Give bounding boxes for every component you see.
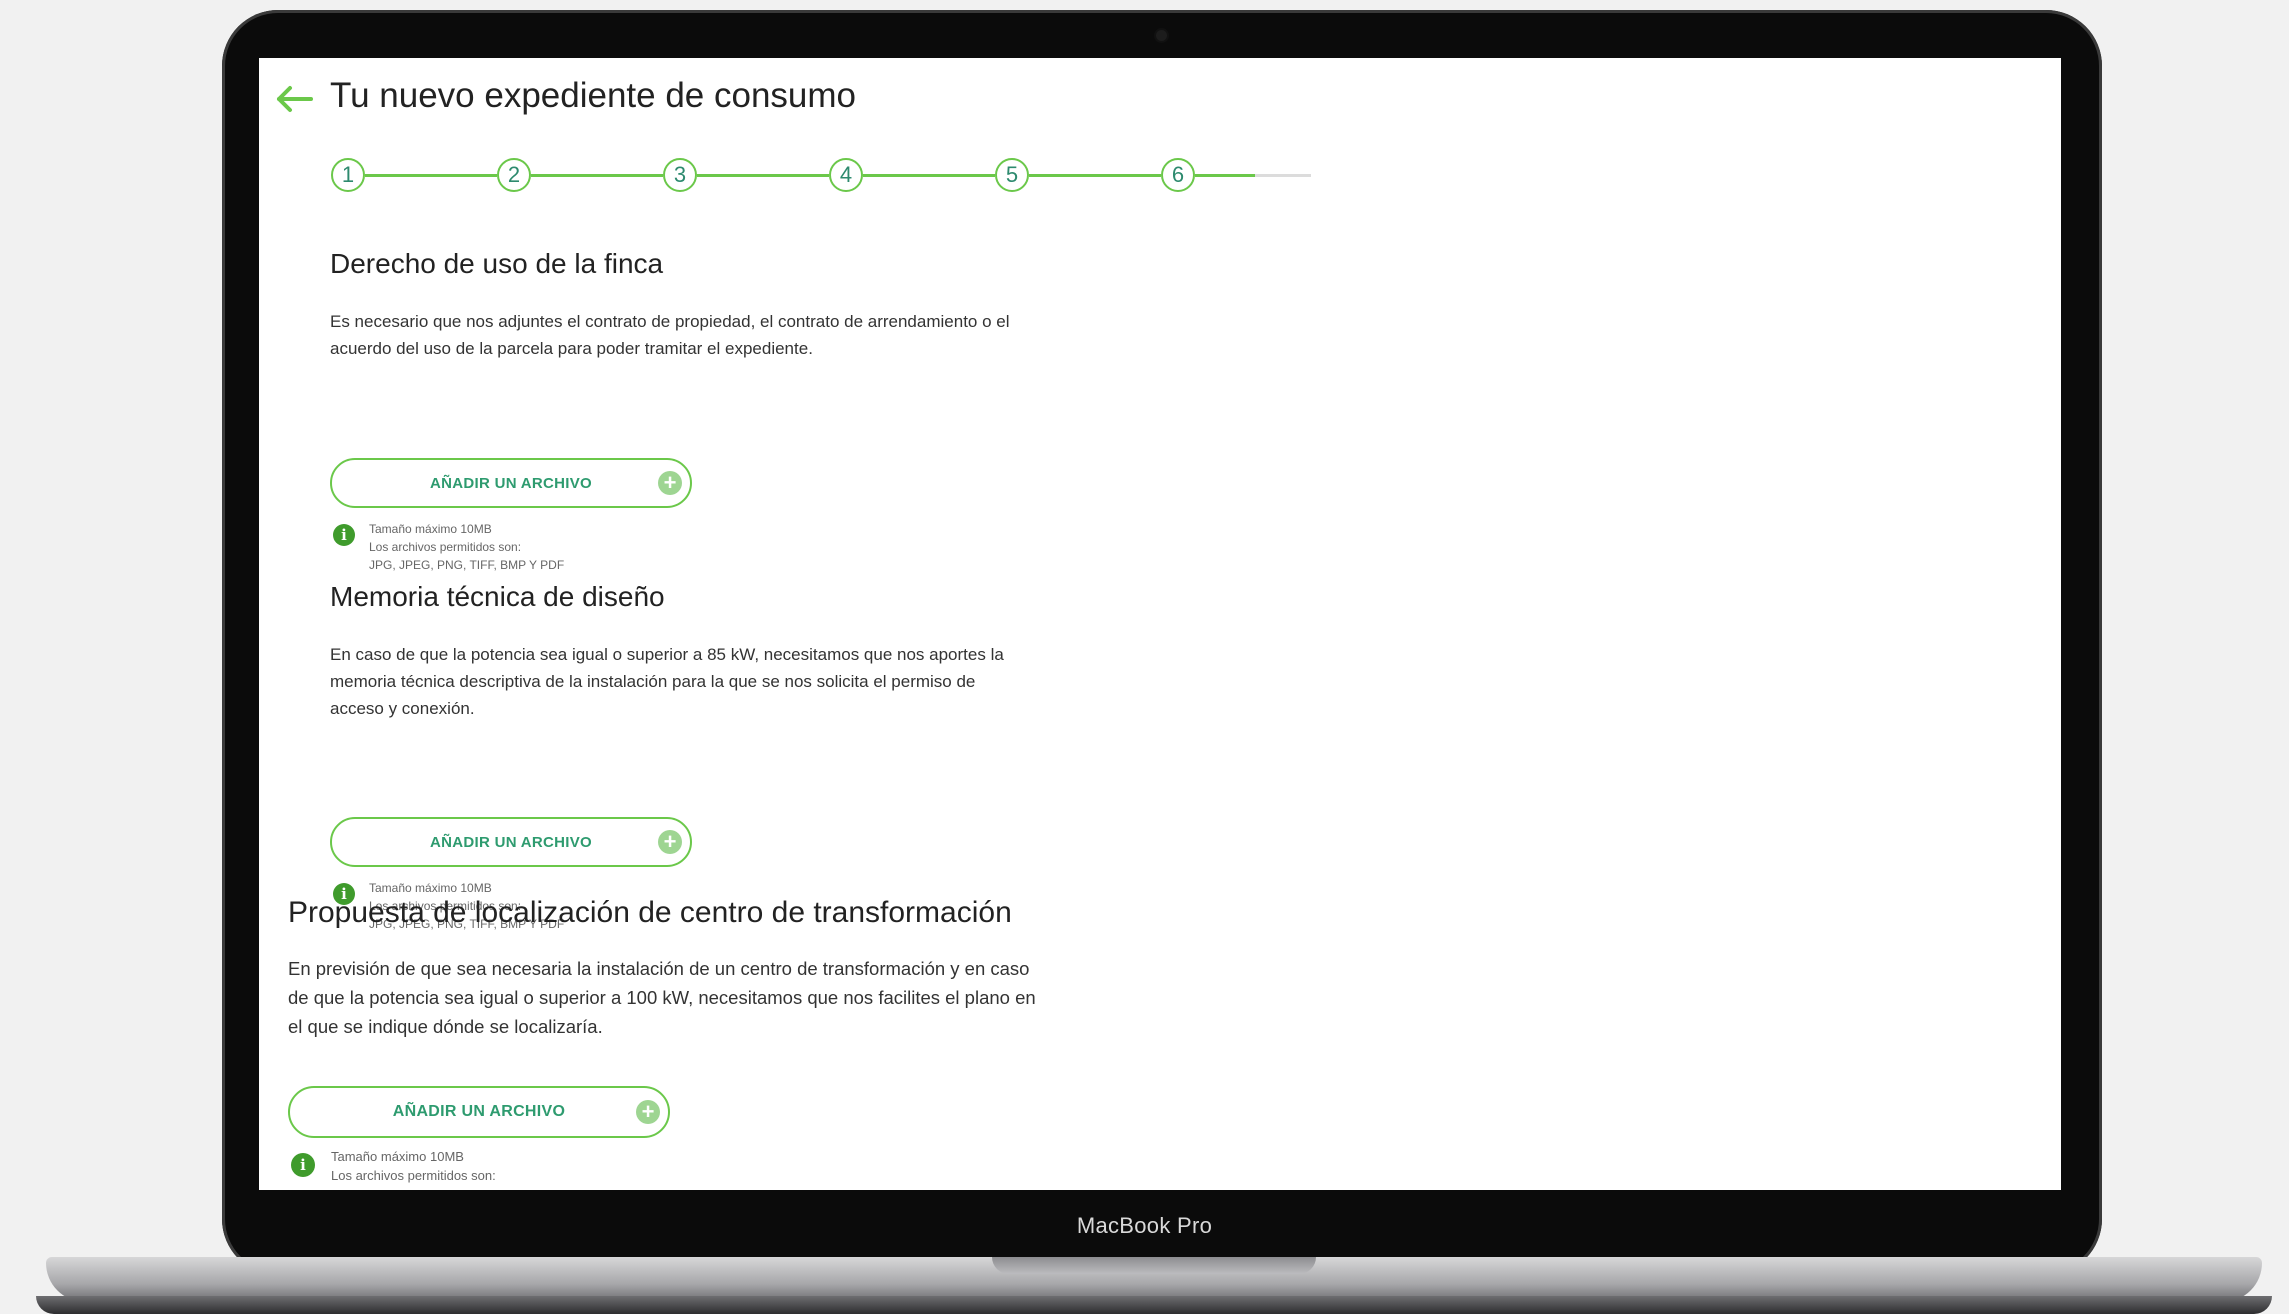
file-requirements-hint: Tamaño máximo 10MB Los archivos permitid… [331, 1147, 496, 1185]
step-4[interactable]: 4 [829, 158, 863, 192]
hint-line: Los archivos permitidos son: [369, 540, 522, 554]
hint-line: Los archivos permitidos son: [331, 1168, 496, 1183]
plus-icon: + [636, 1100, 660, 1124]
add-file-button-label: AÑADIR UN ARCHIVO [429, 833, 593, 851]
add-file-button[interactable]: AÑADIR UN ARCHIVO + [330, 458, 692, 508]
description-line: memoria técnica descriptiva de la instal… [330, 672, 976, 691]
laptop-base-edge [36, 1296, 2272, 1314]
add-file-button[interactable]: AÑADIR UN ARCHIVO + [288, 1086, 670, 1138]
info-icon: i [333, 524, 355, 546]
device-label: MacBook Pro [1076, 1213, 1213, 1238]
hint-line: Tamaño máximo 10MB [369, 881, 492, 895]
step-connector [697, 174, 829, 177]
hint-line: Tamaño máximo 10MB [369, 522, 492, 536]
section-title: Memoria técnica de diseño [330, 581, 665, 612]
step-connector [1195, 174, 1255, 177]
description-line: acuerdo del uso de la parcela para poder… [330, 339, 813, 358]
add-file-button-label: AÑADIR UN ARCHIVO [429, 474, 593, 492]
section-description: En previsión de que sea necesaria la ins… [288, 954, 1036, 1041]
hint-line: Tamaño máximo 10MB [331, 1149, 464, 1164]
step-5[interactable]: 5 [995, 158, 1029, 192]
description-line: En previsión de que sea necesaria la ins… [288, 958, 1030, 979]
plus-icon: + [658, 471, 682, 495]
section-title: Propuesta de localización de centro de t… [288, 896, 1012, 929]
description-line: Es necesario que nos adjuntes el contrat… [330, 312, 1010, 331]
stepper: 1 2 3 4 5 6 [331, 158, 1331, 202]
info-icon: i [291, 1153, 315, 1177]
step-connector [531, 174, 663, 177]
add-file-button[interactable]: AÑADIR UN ARCHIVO + [330, 817, 692, 867]
step-1[interactable]: 1 [331, 158, 365, 192]
step-connector [1029, 174, 1161, 177]
description-line: el que se indique dónde se localizaría. [288, 1016, 603, 1037]
step-connector-pending [1255, 174, 1311, 177]
step-6[interactable]: 6 [1161, 158, 1195, 192]
section-description: En caso de que la potencia sea igual o s… [330, 641, 1004, 722]
step-2[interactable]: 2 [497, 158, 531, 192]
description-line: de que la potencia sea igual o superior … [288, 987, 1036, 1008]
section-memoria-tecnica: Memoria técnica de diseño En caso de que… [330, 581, 1230, 941]
add-file-button-label: AÑADIR UN ARCHIVO [392, 1103, 566, 1120]
section-title: Derecho de uso de la finca [330, 248, 664, 279]
laptop-notch [992, 1257, 1316, 1274]
hint-line: JPG, JPEG, PNG, TIFF, BMP Y PDF [369, 558, 565, 572]
plus-icon: + [658, 830, 682, 854]
step-connector [365, 174, 497, 177]
file-requirements-hint: Tamaño máximo 10MB Los archivos permitid… [369, 520, 564, 574]
step-3[interactable]: 3 [663, 158, 697, 192]
back-arrow-icon[interactable] [275, 84, 313, 114]
step-connector [863, 174, 995, 177]
camera-icon [1156, 30, 1167, 41]
description-line: En caso de que la potencia sea igual o s… [330, 645, 1004, 664]
page-title: Tu nuevo expediente de consumo [330, 76, 857, 115]
section-description: Es necesario que nos adjuntes el contrat… [330, 308, 1010, 362]
section-derecho-uso: Derecho de uso de la finca Es necesario … [330, 248, 1230, 578]
description-line: acceso y conexión. [330, 699, 475, 718]
screen: Tu nuevo expediente de consumo 1 2 3 4 5… [259, 58, 2061, 1190]
section-propuesta-localizacion: Propuesta de localización de centro de t… [288, 896, 1248, 1190]
